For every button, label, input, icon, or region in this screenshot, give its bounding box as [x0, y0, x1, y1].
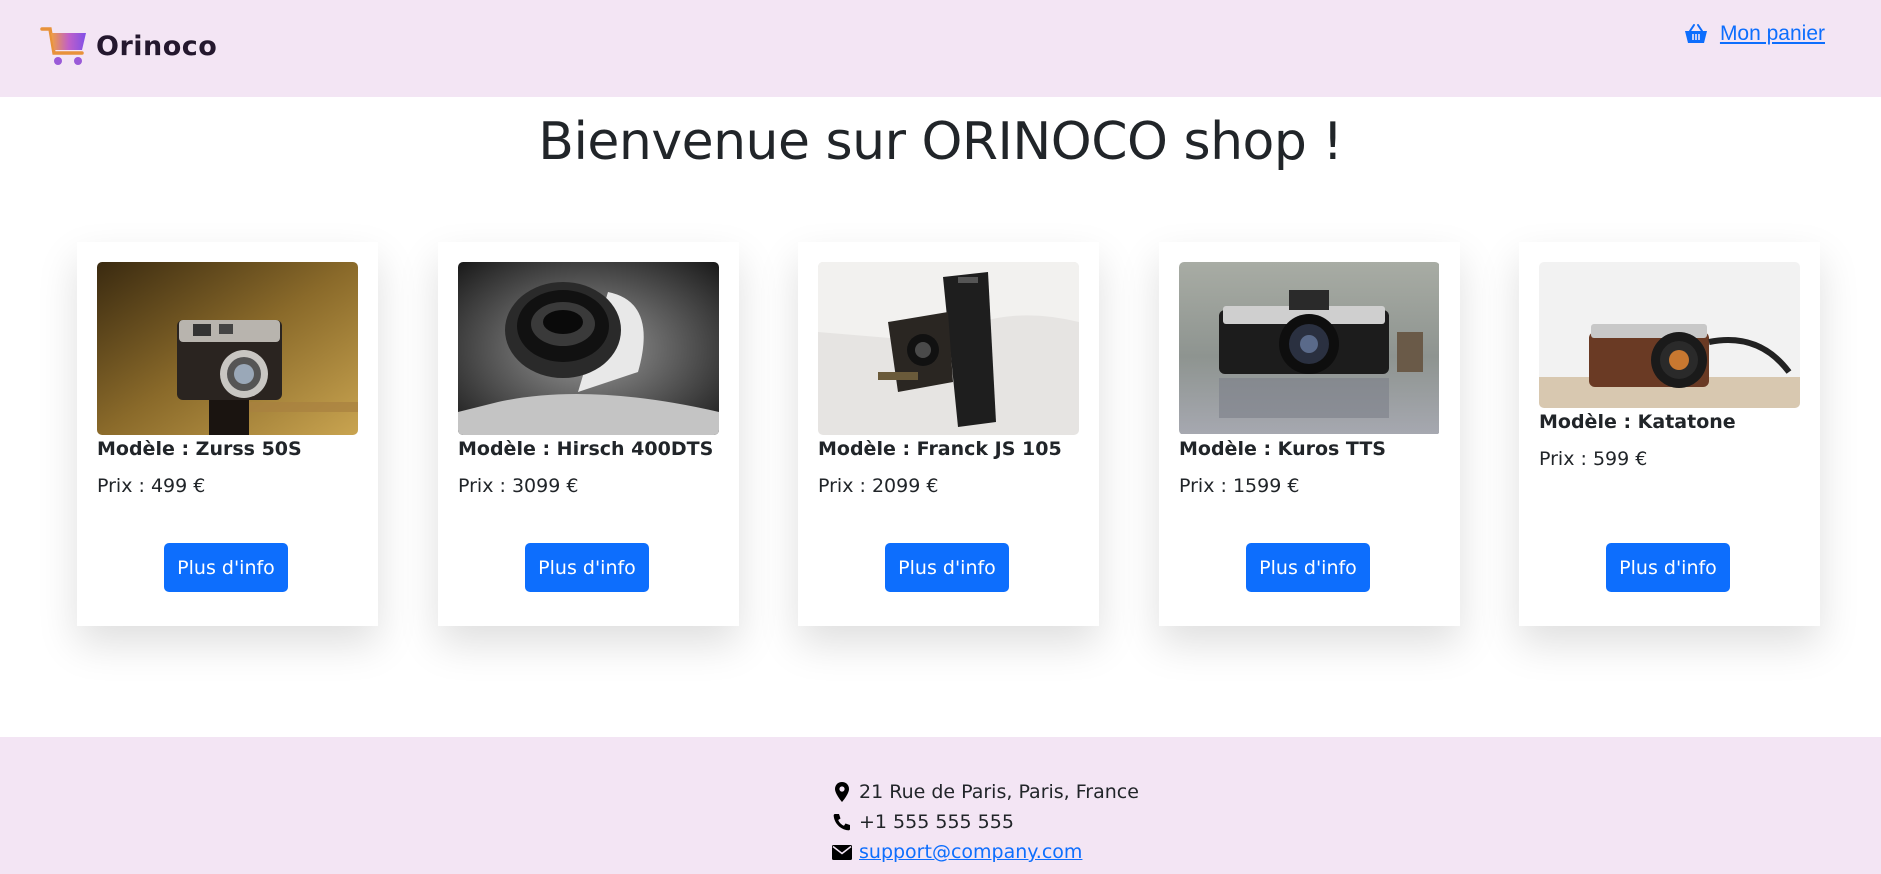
- product-card: Modèle : Katatone Prix : 599 € Plus d'in…: [1519, 242, 1820, 626]
- product-price: Prix : 499 €: [97, 475, 206, 497]
- product-model: Modèle : Franck JS 105: [818, 438, 1062, 460]
- more-info-button[interactable]: Plus d'info: [525, 543, 649, 592]
- product-card: Modèle : Franck JS 105 Prix : 2099 € Plu…: [798, 242, 1099, 626]
- more-info-button[interactable]: Plus d'info: [1246, 543, 1370, 592]
- more-info-button[interactable]: Plus d'info: [885, 543, 1009, 592]
- phone-text: +1 555 555 555: [859, 811, 1014, 833]
- brand-name: Orinoco: [96, 30, 218, 62]
- cart-link[interactable]: Mon panier: [1684, 22, 1825, 46]
- product-image[interactable]: [97, 262, 358, 435]
- product-image[interactable]: [1179, 262, 1440, 435]
- address-line: 21 Rue de Paris, Paris, France: [831, 777, 1139, 807]
- map-marker-icon: [831, 782, 853, 802]
- page-title: Bienvenue sur ORINOCO shop !: [538, 112, 1343, 172]
- product-card: Modèle : Kuros TTS Prix : 1599 € Plus d'…: [1159, 242, 1460, 626]
- cart-link-label: Mon panier: [1719, 22, 1825, 45]
- product-model: Modèle : Kuros TTS: [1179, 438, 1386, 460]
- product-card: Modèle : Zurss 50S Prix : 499 € Plus d'i…: [77, 242, 378, 626]
- product-image[interactable]: [1539, 262, 1800, 408]
- site-header: Orinoco Mon panier: [0, 0, 1881, 97]
- address-text: 21 Rue de Paris, Paris, France: [859, 781, 1139, 803]
- brand-logo[interactable]: Orinoco: [40, 18, 220, 74]
- envelope-icon: [831, 842, 853, 862]
- product-image[interactable]: [818, 262, 1079, 435]
- product-card: Modèle : Hirsch 400DTS Prix : 3099 € Plu…: [438, 242, 739, 626]
- site-footer: 21 Rue de Paris, Paris, France +1 555 55…: [0, 737, 1881, 874]
- more-info-button[interactable]: Plus d'info: [1606, 543, 1730, 592]
- contact-info: 21 Rue de Paris, Paris, France +1 555 55…: [831, 777, 1139, 867]
- shopping-cart-icon: [40, 23, 90, 69]
- more-info-button[interactable]: Plus d'info: [164, 543, 288, 592]
- product-model: Modèle : Katatone: [1539, 411, 1736, 433]
- product-image[interactable]: [458, 262, 719, 435]
- product-price: Prix : 599 €: [1539, 448, 1648, 470]
- basket-icon: [1684, 23, 1708, 45]
- product-price: Prix : 3099 €: [458, 475, 579, 497]
- product-price: Prix : 2099 €: [818, 475, 939, 497]
- product-model: Modèle : Hirsch 400DTS: [458, 438, 714, 460]
- phone-icon: [831, 812, 853, 832]
- email-link[interactable]: support@company.com: [859, 841, 1082, 863]
- product-price: Prix : 1599 €: [1179, 475, 1300, 497]
- product-model: Modèle : Zurss 50S: [97, 438, 302, 460]
- phone-line: +1 555 555 555: [831, 807, 1139, 837]
- email-line: support@company.com: [831, 837, 1139, 867]
